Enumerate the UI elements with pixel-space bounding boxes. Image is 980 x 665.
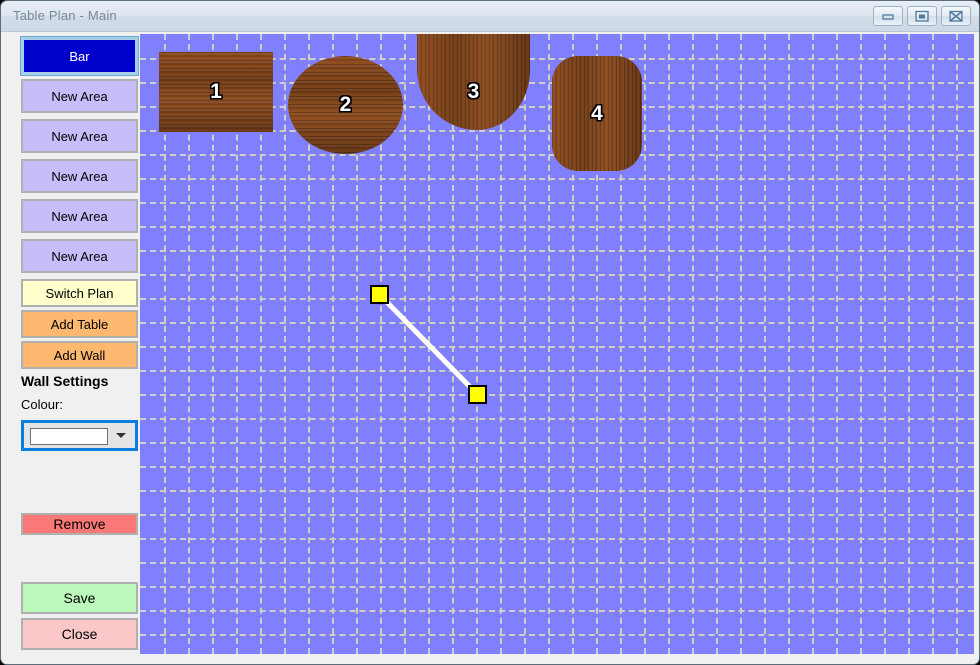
grid-line-horizontal [140,442,974,444]
table-shape-4[interactable]: 4 [552,56,642,171]
floor-plan-canvas[interactable]: 1 2 3 4 [140,34,974,654]
grid-line-vertical [428,34,430,654]
table-plan-window: Table Plan - Main Bar New Area New Area … [0,0,980,665]
close-button[interactable] [941,6,971,26]
sidebar-area-new-2[interactable]: New Area [21,119,138,153]
grid-line-vertical [404,34,406,654]
wall-settings-heading: Wall Settings [21,373,109,389]
colour-label: Colour: [21,397,63,412]
title-bar: Table Plan - Main [1,1,979,32]
table-number-label: 3 [467,80,480,103]
sidebar-area-label: New Area [51,128,108,144]
grid-line-horizontal [140,346,974,348]
grid-line-horizontal [140,202,974,204]
grid-line-horizontal [140,538,974,540]
colour-swatch [30,428,108,445]
grid-line-vertical [644,34,646,654]
grid-line-horizontal [140,610,974,612]
grid-line-horizontal [140,418,974,420]
grid-line-horizontal [140,178,974,180]
grid-line-horizontal [140,634,974,636]
add-table-button[interactable]: Add Table [21,310,138,338]
remove-label: Remove [53,516,106,532]
sidebar-area-new-5[interactable]: New Area [21,239,138,273]
add-wall-label: Add Wall [53,347,106,363]
maximize-icon [915,10,929,22]
grid-line-horizontal [140,322,974,324]
table-shape-2[interactable]: 2 [288,56,403,154]
table-shape-1[interactable]: 1 [159,52,273,132]
grid-line-vertical [692,34,694,654]
grid-line-horizontal [140,394,974,396]
sidebar-area-new-4[interactable]: New Area [21,199,138,233]
sidebar-area-label: New Area [51,88,108,104]
table-number-label: 2 [339,93,352,116]
grid-line-vertical [908,34,910,654]
grid-line-horizontal [140,226,974,228]
sidebar-area-label: New Area [51,248,108,264]
sidebar-area-label: Bar [69,48,90,64]
switch-plan-button[interactable]: Switch Plan [21,279,138,307]
table-number-label: 1 [210,80,222,103]
grid-line-vertical [740,34,742,654]
grid-line-vertical [764,34,766,654]
grid-line-horizontal [140,586,974,588]
switch-plan-label: Switch Plan [45,285,114,301]
grid-line-horizontal [140,466,974,468]
chevron-down-icon [116,433,126,438]
table-number-label: 4 [591,101,603,125]
sidebar-area-label: New Area [51,208,108,224]
wall-handle-start[interactable] [370,285,389,304]
grid-line-horizontal [140,298,974,300]
grid-line-vertical [788,34,790,654]
grid-line-vertical [956,34,958,654]
grid-line-horizontal [140,562,974,564]
grid-line-horizontal [140,490,974,492]
grid-line-horizontal [140,370,974,372]
grid-line-vertical [284,34,286,654]
grid-line-vertical [452,34,454,654]
close-panel-label: Close [61,626,98,642]
grid-line-vertical [884,34,886,654]
window-title: Table Plan - Main [13,8,117,23]
grid-line-vertical [500,34,502,654]
grid-line-horizontal [140,250,974,252]
wall-colour-dropdown[interactable] [21,420,138,451]
remove-button[interactable]: Remove [21,513,138,535]
add-wall-button[interactable]: Add Wall [21,341,138,369]
grid-line-horizontal [140,274,974,276]
close-icon [949,10,963,22]
grid-line-vertical [524,34,526,654]
grid-line-horizontal [140,514,974,516]
add-table-label: Add Table [50,316,109,332]
close-panel-button[interactable]: Close [21,618,138,650]
minimize-icon [882,14,894,20]
sidebar-area-label: New Area [51,168,108,184]
grid-line-vertical [812,34,814,654]
sidebar-area-new-1[interactable]: New Area [21,79,138,113]
grid-line-vertical [932,34,934,654]
grid-line-vertical [668,34,670,654]
wall-handle-end[interactable] [468,385,487,404]
grid-line-vertical [548,34,550,654]
maximize-button[interactable] [907,6,937,26]
minimize-button[interactable] [873,6,903,26]
save-button[interactable]: Save [21,582,138,614]
sidebar-area-bar[interactable]: Bar [20,36,139,76]
sidebar-area-new-3[interactable]: New Area [21,159,138,193]
grid-line-vertical [836,34,838,654]
grid-line-vertical [716,34,718,654]
save-label: Save [63,590,96,606]
sidebar: Bar New Area New Area New Area New Area … [2,32,139,664]
grid-line-vertical [860,34,862,654]
